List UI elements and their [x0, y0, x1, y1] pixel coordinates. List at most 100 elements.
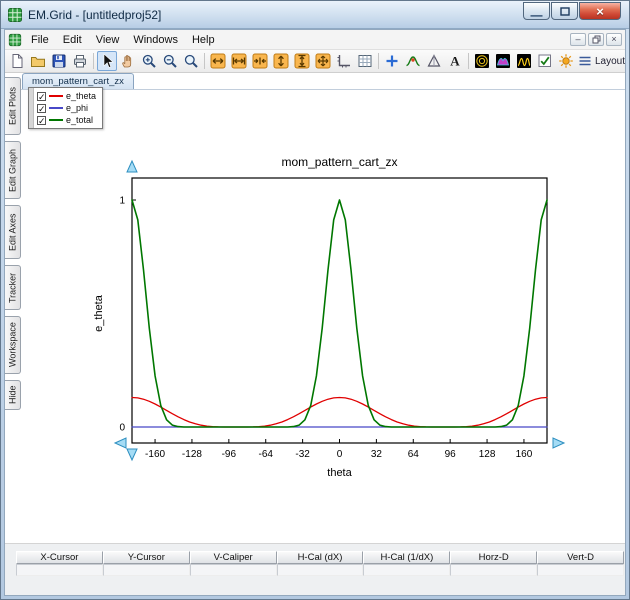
- x-tick-label: -160: [145, 449, 165, 460]
- mdi-restore-icon: [592, 35, 600, 44]
- x-tick-label: -96: [222, 449, 237, 460]
- sidebar-tab-tracker[interactable]: Tracker: [5, 265, 21, 310]
- add-marker-icon[interactable]: [382, 51, 402, 71]
- side-tabstrip: Edit Plots Edit Graph Edit Axes Tracker …: [5, 77, 21, 410]
- close-button[interactable]: ×: [579, 2, 621, 20]
- series-e_total: [131, 199, 548, 428]
- legend-line-sample: [49, 95, 63, 97]
- window-client: File Edit View Windows Help – × A Layout…: [4, 29, 626, 596]
- readout-header: Vert-D: [537, 551, 625, 564]
- x-tick-label: 64: [408, 449, 420, 460]
- titlebar[interactable]: EM.Grid - [untitledproj52] — ×: [1, 1, 629, 29]
- menu-view[interactable]: View: [89, 32, 127, 48]
- menu-file[interactable]: File: [24, 32, 56, 48]
- series-e_theta: [131, 396, 548, 428]
- app-window: EM.Grid - [untitledproj52] — × File Edit…: [0, 0, 630, 600]
- toolbar-separator: [468, 53, 469, 69]
- x-axis-label: theta: [327, 467, 352, 479]
- radiation-cart-icon[interactable]: [514, 51, 534, 71]
- readout-value: [16, 564, 103, 576]
- toolbar: A Layout: [5, 50, 625, 73]
- expand-x-icon[interactable]: [229, 51, 249, 71]
- mdi-minimize-button[interactable]: –: [570, 33, 586, 46]
- maximize-button[interactable]: [551, 2, 578, 20]
- legend-label: e_total: [66, 115, 94, 125]
- maximize-icon: [559, 6, 570, 16]
- minimize-button[interactable]: —: [523, 2, 550, 22]
- x-tick-label: 96: [445, 449, 457, 460]
- readout-header: Y-Cursor: [102, 551, 190, 564]
- show-legend-icon[interactable]: [535, 51, 555, 71]
- menubar: File Edit View Windows Help – ×: [5, 30, 625, 50]
- y-axis-label: e_theta: [93, 294, 105, 332]
- svg-text:A: A: [450, 54, 460, 69]
- x-tick-label: -128: [182, 449, 202, 460]
- legend-label: e_phi: [66, 103, 89, 113]
- axis-arrow-right-icon[interactable]: [552, 437, 566, 449]
- sidebar-tab-hide[interactable]: Hide: [5, 380, 21, 410]
- fit-height-icon[interactable]: [271, 51, 291, 71]
- save-icon[interactable]: [49, 51, 69, 71]
- readout-value-row: [16, 564, 625, 576]
- legend-checkbox[interactable]: ✓: [37, 103, 46, 113]
- zoom-window-icon[interactable]: [181, 51, 201, 71]
- options-icon[interactable]: [556, 51, 576, 71]
- layout-lines-icon: [579, 56, 591, 66]
- sidebar-tab-edit-plots[interactable]: Edit Plots: [5, 77, 21, 135]
- app-icon: [7, 7, 23, 23]
- chart-canvas[interactable]: mom_pattern_cart_zxtheta e_theta -160 -128 -…: [90, 150, 582, 488]
- shrink-x-icon[interactable]: [250, 51, 270, 71]
- axis-arrow-up-icon[interactable]: [126, 159, 138, 173]
- caliper-icon[interactable]: [424, 51, 444, 71]
- legend-checkbox[interactable]: ✓: [37, 115, 46, 125]
- sidebar-tab-edit-graph[interactable]: Edit Graph: [5, 141, 21, 199]
- open-folder-icon[interactable]: [28, 51, 48, 71]
- close-icon: ×: [596, 3, 604, 19]
- readout-header-row: X-Cursor Y-Cursor V-Caliper H-Cal (dX) H…: [16, 551, 625, 564]
- legend-line-sample: [49, 119, 63, 121]
- zoom-out-icon[interactable]: [160, 51, 180, 71]
- axis-arrow-down-icon[interactable]: [126, 448, 138, 462]
- pan-tool-icon[interactable]: [118, 51, 138, 71]
- mdi-restore-button[interactable]: [588, 33, 604, 46]
- toolbar-separator: [378, 53, 379, 69]
- layout-label: Layout: [595, 55, 625, 67]
- axes-icon[interactable]: [334, 51, 354, 71]
- plot-frame: [131, 177, 548, 444]
- y-tick-label: 0: [119, 423, 125, 434]
- menu-windows[interactable]: Windows: [126, 32, 185, 48]
- menu-help[interactable]: Help: [185, 32, 222, 48]
- legend-label: e_theta: [66, 91, 97, 101]
- print-icon[interactable]: [70, 51, 90, 71]
- readout-header: V-Caliper: [189, 551, 277, 564]
- minimize-icon: —: [530, 8, 543, 22]
- legend-row: ✓ e_theta: [34, 90, 102, 102]
- mdi-close-button[interactable]: ×: [606, 33, 622, 46]
- radiation-3d-icon[interactable]: [493, 51, 513, 71]
- legend-checkbox[interactable]: ✓: [37, 91, 46, 101]
- readout-value: [276, 564, 364, 576]
- x-tick-label: -32: [295, 449, 310, 460]
- grid-icon[interactable]: [355, 51, 375, 71]
- radiation-polar-icon[interactable]: [472, 51, 492, 71]
- expand-y-icon[interactable]: [292, 51, 312, 71]
- axis-arrow-left-icon[interactable]: [113, 437, 127, 449]
- fit-width-icon[interactable]: [208, 51, 228, 71]
- legend-line-sample: [49, 107, 63, 109]
- select-tool-icon[interactable]: [97, 51, 117, 71]
- sidebar-tab-edit-axes[interactable]: Edit Axes: [5, 205, 21, 259]
- legend-panel[interactable]: ✓ e_theta ✓ e_phi ✓ e_total: [28, 87, 104, 129]
- readout-header: H-Cal (1/dX): [363, 551, 451, 564]
- zoom-in-icon[interactable]: [139, 51, 159, 71]
- document-icon[interactable]: [8, 33, 22, 47]
- tracker-icon[interactable]: [403, 51, 423, 71]
- x-tick-label: -64: [258, 449, 273, 460]
- x-tick-label: 128: [479, 449, 496, 460]
- menu-edit[interactable]: Edit: [56, 32, 89, 48]
- new-file-icon[interactable]: [7, 51, 27, 71]
- sidebar-tab-workspace[interactable]: Workspace: [5, 316, 21, 374]
- text-label-icon[interactable]: A: [445, 51, 465, 71]
- fit-all-icon[interactable]: [313, 51, 333, 71]
- layout-button[interactable]: Layout: [577, 53, 625, 69]
- readout-value: [102, 564, 190, 576]
